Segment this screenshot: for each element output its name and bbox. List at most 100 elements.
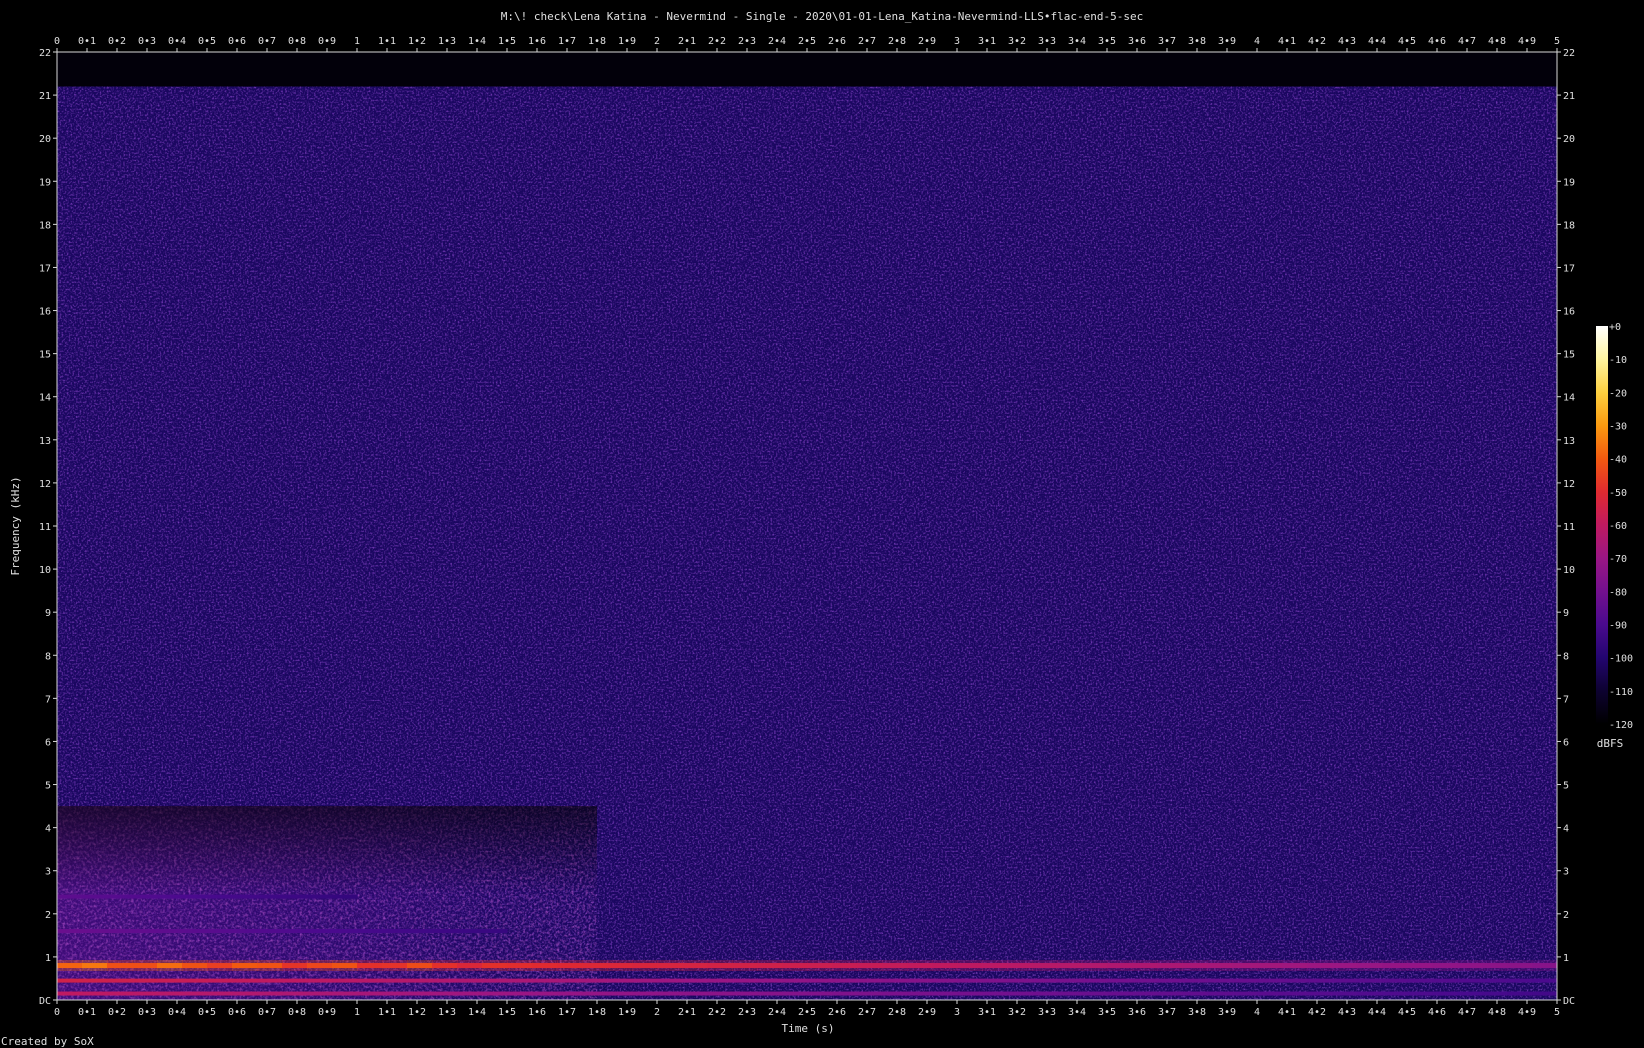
- band-segment: [507, 978, 533, 983]
- x-tick-label-top: 2•3: [738, 36, 756, 47]
- band-segment: [192, 894, 198, 899]
- x-tick-label-top: 1•5: [498, 36, 516, 47]
- spectrogram-chart: M:\! check\Lena Katina - Nevermind - Sin…: [1, 10, 1633, 1048]
- band-segment: [77, 894, 83, 899]
- x-tick-label: 0•9: [318, 1007, 336, 1018]
- band-segment: [342, 894, 348, 899]
- band-glow: [257, 960, 283, 972]
- y-tick-label: 9: [45, 608, 51, 619]
- x-tick-label-top: 0•4: [168, 36, 186, 47]
- x-tick-label-top: 1•3: [438, 36, 456, 47]
- x-tick-label-top: 1•6: [528, 36, 546, 47]
- band-segment: [244, 929, 253, 934]
- band-glow: [1057, 960, 1083, 972]
- band-segment: [57, 978, 83, 983]
- band-segment: [932, 978, 958, 983]
- band-segment: [157, 991, 183, 996]
- band-segment: [462, 929, 471, 934]
- x-tick-label-top: 2•8: [888, 36, 906, 47]
- x-tick-label: 1•3: [438, 1007, 456, 1018]
- band-segment: [982, 978, 1008, 983]
- band-segment: [334, 929, 343, 934]
- y-tick-label-right: 1: [1563, 953, 1569, 964]
- band-glow: [582, 960, 608, 972]
- band-segment: [1407, 978, 1433, 983]
- band-segment: [707, 978, 733, 983]
- band-segment: [232, 991, 258, 996]
- x-tick-label: 3•2: [1008, 1007, 1026, 1018]
- x-tick-label-top: 0•3: [138, 36, 156, 47]
- band-segment: [1157, 978, 1183, 983]
- band-glow: [657, 960, 683, 972]
- band-segment: [1382, 978, 1408, 983]
- band-segment: [57, 894, 63, 899]
- band-segment: [469, 929, 478, 934]
- band-segment: [482, 978, 508, 983]
- band-segment: [192, 929, 201, 934]
- y-axis-left: DC12345678910111213141516171819202122: [39, 48, 57, 1007]
- colorbar-tick-label: -10: [1609, 355, 1627, 366]
- band-segment: [1032, 991, 1058, 996]
- x-tick-label-top: 0•5: [198, 36, 216, 47]
- y-tick-label-right: 19: [1563, 177, 1575, 188]
- band-segment: [532, 991, 558, 996]
- band-glow: [707, 960, 733, 972]
- band-glow: [882, 960, 908, 972]
- colorbar-tick-label: -120: [1609, 720, 1633, 731]
- x-tick-label-top: 3: [954, 36, 960, 47]
- band-segment: [407, 991, 433, 996]
- energy-region-top-fade: [57, 806, 597, 894]
- band-segment: [157, 894, 163, 899]
- band-segment: [832, 991, 858, 996]
- band-glow: [1507, 960, 1533, 972]
- band-segment: [477, 929, 486, 934]
- x-tick-label: 2•1: [678, 1007, 696, 1018]
- band-segment: [1257, 978, 1283, 983]
- band-segment: [342, 929, 351, 934]
- band-segment: [757, 991, 783, 996]
- band-segment: [657, 978, 683, 983]
- band-segment: [1482, 991, 1508, 996]
- band-segment: [147, 894, 153, 899]
- x-tick-label: 4•4: [1368, 1007, 1386, 1018]
- x-tick-label-top: 3•1: [978, 36, 996, 47]
- y-tick-label: 19: [39, 177, 51, 188]
- band-glow: [357, 960, 383, 972]
- band-segment: [492, 929, 501, 934]
- x-tick-label: 2•6: [828, 1007, 846, 1018]
- x-tick-label: 0•7: [258, 1007, 276, 1018]
- band-segment: [57, 929, 66, 934]
- y-tick-label-right: 15: [1563, 350, 1575, 361]
- x-tick-label-top: 3•5: [1098, 36, 1116, 47]
- band-segment: [109, 929, 118, 934]
- band-segment: [482, 991, 508, 996]
- band-segment: [1132, 991, 1158, 996]
- band-segment: [57, 991, 83, 996]
- band-segment: [432, 929, 441, 934]
- x-tick-label-top: 0•8: [288, 36, 306, 47]
- x-tick-label-top: 4•1: [1278, 36, 1296, 47]
- band-segment: [147, 929, 156, 934]
- x-tick-label-top: 2•4: [768, 36, 786, 47]
- y-tick-label: 22: [39, 48, 51, 59]
- band-glow: [732, 960, 758, 972]
- band-segment: [1182, 991, 1208, 996]
- band-segment: [267, 894, 273, 899]
- band-segment: [832, 978, 858, 983]
- band-glow: [157, 960, 183, 972]
- band-segment: [1182, 978, 1208, 983]
- band-segment: [82, 978, 108, 983]
- y-tick-label: 3: [45, 867, 51, 878]
- x-tick-label-top: 0•7: [258, 36, 276, 47]
- band-segment: [782, 978, 808, 983]
- band-glow: [1457, 960, 1483, 972]
- band-segment: [107, 991, 133, 996]
- y-tick-label-right: 9: [1563, 608, 1569, 619]
- y-tick-label: 6: [45, 737, 51, 748]
- band-segment: [217, 894, 223, 899]
- colorbar-tick-label: -110: [1609, 687, 1633, 698]
- band-glow: [1032, 960, 1058, 972]
- y-tick-label: 12: [39, 479, 51, 490]
- x-tick-label-top: 4: [1254, 36, 1260, 47]
- band-segment: [132, 929, 141, 934]
